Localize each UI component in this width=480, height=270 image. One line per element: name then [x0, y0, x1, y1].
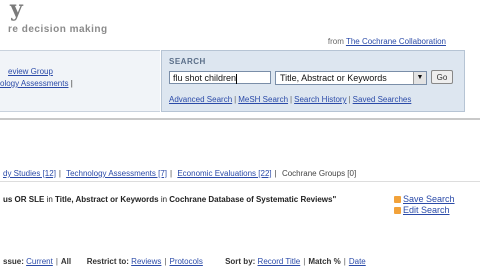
- saved-searches-link[interactable]: Saved Searches: [353, 95, 412, 104]
- sort-label: Sort by:: [225, 257, 256, 266]
- sort-record-title-link[interactable]: Record Title: [258, 257, 301, 266]
- results-summary: us OR SLE in Title, Abstract or Keywords…: [3, 195, 336, 204]
- save-search-link[interactable]: Save Search: [403, 194, 455, 204]
- results-text-in: in: [44, 195, 56, 204]
- site-logo: y: [10, 0, 23, 22]
- results-filter-bar: ssue: Current | All Restrict to: Reviews | P…: [3, 257, 366, 266]
- issue-current-link[interactable]: Current: [26, 257, 53, 266]
- results-quote-end: ": [332, 195, 337, 204]
- tabs-divider: [0, 181, 480, 182]
- save-icon: [394, 196, 401, 204]
- edit-search-link[interactable]: Edit Search: [403, 205, 450, 215]
- technology-assessments-link[interactable]: ology Assessments: [0, 79, 68, 88]
- tab-study-studies[interactable]: dy Studies [12]: [3, 169, 56, 178]
- search-input[interactable]: flu shot children: [169, 71, 271, 84]
- review-group-link[interactable]: eview Group: [8, 67, 53, 76]
- tab-economic-evaluations[interactable]: Economic Evaluations [22]: [177, 169, 271, 178]
- text-caret: [236, 73, 238, 84]
- header-divider: [0, 118, 480, 120]
- results-field: Title, Abstract or Keywords: [55, 195, 159, 204]
- sort-match: Match %: [308, 257, 341, 266]
- chevron-down-icon[interactable]: ▼: [413, 72, 426, 84]
- results-text-in-2: in: [158, 195, 170, 204]
- search-links: Advanced Search | MeSH Search | Search Histo…: [169, 95, 412, 104]
- search-panel: SEARCH flu shot children Title, Abstract…: [161, 50, 465, 112]
- search-title: SEARCH: [169, 57, 206, 66]
- from-label: from: [327, 37, 344, 46]
- tab-technology-assessments[interactable]: Technology Assessments [7]: [66, 169, 167, 178]
- restrict-label: Restrict to:: [86, 257, 129, 266]
- results-database: Cochrane Database of Systematic Reviews: [169, 195, 333, 204]
- issue-label: ssue:: [3, 257, 24, 266]
- tab-cochrane-groups[interactable]: Cochrane Groups [0]: [282, 169, 356, 178]
- search-history-link[interactable]: Search History: [294, 95, 346, 104]
- search-field-select[interactable]: Title, Abstract or Keywords ▼: [275, 71, 427, 85]
- database-tabs: dy Studies [12] | Technology Assessments …: [3, 169, 357, 178]
- mesh-search-link[interactable]: MeSH Search: [238, 95, 288, 104]
- search-actions: Save Search Edit Search: [394, 194, 455, 216]
- search-field-value: Title, Abstract or Keywords: [280, 73, 387, 83]
- edit-icon: [394, 207, 401, 215]
- issue-all: All: [60, 257, 72, 266]
- restrict-reviews-link[interactable]: Reviews: [131, 257, 161, 266]
- search-query-text: flu shot children: [173, 73, 237, 83]
- sort-date-link[interactable]: Date: [349, 257, 366, 266]
- go-button[interactable]: Go: [431, 70, 453, 84]
- left-panel: eview Group ology Assessments |: [0, 50, 160, 112]
- advanced-search-link[interactable]: Advanced Search: [169, 95, 232, 104]
- restrict-protocols-link[interactable]: Protocols: [169, 257, 202, 266]
- site-tagline: re decision making: [8, 24, 108, 35]
- publisher-credit: from The Cochrane Collaboration: [328, 37, 446, 46]
- results-query: us OR SLE: [3, 195, 45, 204]
- cochrane-collaboration-link[interactable]: The Cochrane Collaboration: [346, 37, 446, 46]
